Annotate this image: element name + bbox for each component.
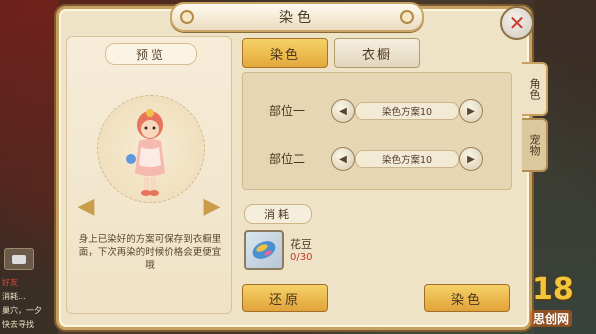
watermark-logo: 18 bbox=[532, 272, 574, 307]
dye-button[interactable]: 染色 bbox=[424, 284, 510, 312]
scheme-value: 染色方案10 bbox=[355, 102, 459, 120]
rotate-right-icon[interactable]: ▶ bbox=[199, 193, 225, 219]
prev-scheme-button[interactable]: ◀ bbox=[331, 147, 355, 171]
slot-row-1: 部位一 ◀ 染色方案10 ▶ bbox=[243, 97, 511, 125]
chat-line: 巢穴，一夕 bbox=[2, 306, 42, 315]
side-tab-label: 角色 bbox=[528, 78, 541, 100]
title-ornament bbox=[400, 10, 414, 24]
panel-title: 染色 bbox=[170, 2, 424, 32]
next-scheme-button[interactable]: ▶ bbox=[459, 99, 483, 123]
item-name: 花豆 bbox=[290, 238, 312, 251]
next-scheme-button[interactable]: ▶ bbox=[459, 147, 483, 171]
slot-label: 部位二 bbox=[269, 152, 306, 166]
prev-scheme-button[interactable]: ◀ bbox=[331, 99, 355, 123]
side-tab-character[interactable]: 角色 bbox=[522, 62, 548, 116]
close-button[interactable]: ✕ bbox=[500, 6, 534, 40]
restore-button[interactable]: 还原 bbox=[242, 284, 328, 312]
chat-line: 消耗… bbox=[2, 292, 26, 301]
chat-line: 好友 bbox=[2, 278, 18, 287]
side-tab-pet[interactable]: 宠物 bbox=[522, 118, 548, 172]
preview-label: 预览 bbox=[105, 43, 197, 65]
tab-dye[interactable]: 染色 bbox=[242, 38, 328, 68]
scheme-value: 染色方案10 bbox=[355, 150, 459, 168]
rotate-left-icon[interactable]: ◀ bbox=[73, 193, 99, 219]
flower-bean-item-icon[interactable] bbox=[244, 230, 284, 270]
site-watermark: 18 思创网 bbox=[526, 272, 594, 330]
slot-row-2: 部位二 ◀ 染色方案10 ▶ bbox=[243, 145, 511, 173]
chat-preview[interactable]: 好友 消耗… 巢穴，一夕 快去寻找 bbox=[2, 276, 58, 332]
title-ornament bbox=[180, 10, 194, 24]
preview-panel: 预览 ◀ ▶ 身上已染好的方案可保存到衣橱里面，下次再染的时候价格会更便宜哦 bbox=[66, 36, 232, 314]
title-text: 染色 bbox=[279, 10, 315, 26]
side-tab-label: 宠物 bbox=[528, 134, 541, 156]
dye-slots: 部位一 ◀ 染色方案10 ▶ 部位二 ◀ 染色方案10 ▶ bbox=[242, 72, 512, 190]
tab-wardrobe[interactable]: 衣橱 bbox=[334, 38, 420, 68]
chat-icon[interactable] bbox=[4, 248, 34, 270]
item-count: 0/30 bbox=[290, 252, 313, 263]
watermark-site: 思创网 bbox=[530, 310, 573, 327]
preview-description: 身上已染好的方案可保存到衣橱里面，下次再染的时候价格会更便宜哦 bbox=[78, 234, 222, 271]
slot-label: 部位一 bbox=[269, 104, 306, 118]
consume-label: 消耗 bbox=[244, 204, 312, 224]
close-icon: ✕ bbox=[508, 11, 526, 35]
character-model[interactable] bbox=[125, 103, 175, 203]
chat-line: 快去寻找 bbox=[2, 320, 34, 329]
